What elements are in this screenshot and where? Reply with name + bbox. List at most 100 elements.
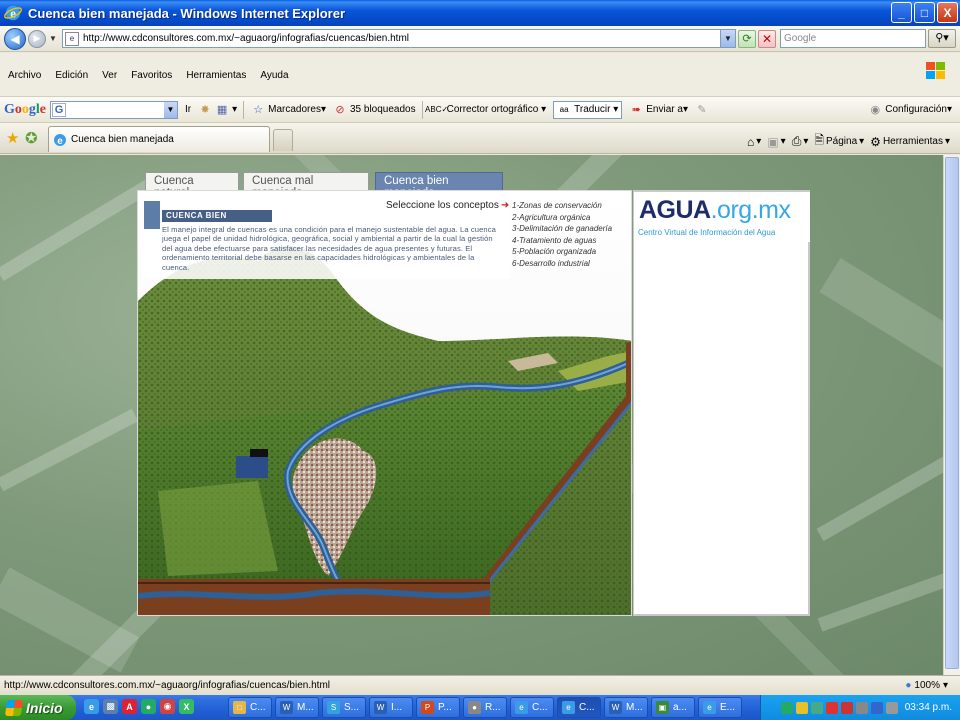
menu-ayuda[interactable]: Ayuda [260,70,288,81]
task-8-label: C... [579,702,595,713]
bluetooth-icon[interactable] [870,701,883,714]
close-button[interactable]: X [937,2,958,23]
feeds-button[interactable]: ▣ ▾ [767,135,785,149]
clock[interactable]: 03:34 p.m. [905,702,952,713]
spell-label: Corrector ortográfico [446,104,539,115]
blocked-label: 35 bloqueados [349,104,416,115]
menu-herramientas[interactable]: Herramientas [186,70,246,81]
back-button[interactable]: ◀ [4,27,26,50]
pdf-quick-icon[interactable]: A [122,699,137,714]
ie-task-icon: e [515,701,528,714]
app-quick-icon[interactable]: ● [141,699,156,714]
task-9[interactable]: W M... [604,697,648,718]
maximize-button[interactable]: □ [914,2,935,23]
alert-icon[interactable] [840,701,853,714]
highlight-button[interactable]: ✎ [695,103,712,117]
scroll-thumb[interactable] [945,157,959,669]
bookmarks-button[interactable]: ☆ Marcadores ▾ [251,103,326,117]
home-button[interactable]: ⌂ ▾ [747,135,761,149]
address-row: ◀ ▶ ▼ e http://www.cdconsultores.com.mx/… [0,26,960,52]
google-dropdown-icon[interactable]: ▼ [164,101,177,118]
address-dropdown-icon[interactable]: ▼ [720,30,735,47]
add-favorites-icon[interactable]: ✪ [25,129,38,147]
powerpoint-icon: P [421,701,434,714]
task-2-label: M... [297,702,314,713]
task-3[interactable]: S S... [322,697,366,718]
network-icon[interactable] [780,701,793,714]
pencil-icon: ✎ [697,104,707,116]
print-button[interactable]: ⎙ ▾ [792,134,809,149]
logo-domain: .org.mx [710,196,791,224]
start-button[interactable]: Inicio [0,695,76,720]
task-7[interactable]: e C... [510,697,554,718]
new-tab-button[interactable] [273,129,293,151]
vertical-scrollbar[interactable] [943,155,960,675]
concept-item-4[interactable]: 4-Tratamiento de aguas [512,235,612,247]
minimize-button[interactable]: _ [891,2,912,23]
image-icon: ▣ [656,701,669,714]
tab-cuenca-mal-manejada[interactable]: Cuenca mal manejada [243,172,369,199]
task-11-label: E... [720,702,736,713]
menu-favoritos[interactable]: Favoritos [131,70,172,81]
settings-button[interactable]: ◉ Configuración ▾ [868,103,952,117]
security-icon[interactable] [795,701,808,714]
popup-blocker-button[interactable]: ⊘ 35 bloqueados [333,103,416,117]
antivirus-icon[interactable] [825,701,838,714]
send-button[interactable]: ➠ Enviar a ▾ [629,103,688,117]
google-search-input[interactable]: G ▼ [50,100,178,119]
info-box: CUENCA BIEN MANEJADA El manejo integral … [142,201,510,279]
ie-quick-icon[interactable]: e [84,699,99,714]
media-quick-icon[interactable]: ◉ [160,699,175,714]
concept-item-2[interactable]: 2-Agricultura orgánica [512,212,612,224]
explorer-quick-icon[interactable]: ▩ [103,699,118,714]
concept-item-5[interactable]: 5-Población organizada [512,246,612,258]
tools-menu-button[interactable]: ⚙ Herramientas ▾ [870,135,950,149]
address-input[interactable]: e http://www.cdconsultores.com.mx/~aguao… [62,29,736,48]
translate-button[interactable]: aа Traducir ▾ [553,100,623,119]
task-11[interactable]: e E... [698,697,742,718]
gear-icon: ✸ [200,104,210,116]
stop-button[interactable]: ✕ [758,30,776,48]
forward-button[interactable]: ▶ [28,29,46,48]
task-4[interactable]: W I... [369,697,413,718]
tab-cuenca-natural[interactable]: Cuenca natural [145,172,239,199]
task-5[interactable]: P P... [416,697,460,718]
logo-subtitle: Centro Virtual de Información del Agua [638,228,776,237]
excel-quick-icon[interactable]: X [179,699,194,714]
toolbar-tools[interactable]: ✸ ▦ ▾ [198,103,238,117]
menu-ver[interactable]: Ver [102,70,117,81]
window-title: Cuenca bien manejada - Windows Internet … [28,5,346,21]
task-2[interactable]: W M... [275,697,319,718]
task-10[interactable]: ▣ a... [651,697,695,718]
volume-icon[interactable] [855,701,868,714]
spellcheck-button[interactable]: ABC✓ Corrector ortográfico ▾ [425,103,546,117]
battery-icon[interactable] [885,701,898,714]
concept-item-3[interactable]: 3-Delimitación de ganadería [512,223,612,235]
tab-cuenca-bien-manejada-active[interactable]: Cuenca bien manejada [375,172,503,199]
menu-edicion[interactable]: Edición [55,70,88,81]
windows-flag-icon [4,699,24,716]
task-6[interactable]: ● R... [463,697,507,718]
go-button[interactable]: Ir [185,104,191,115]
search-input[interactable]: Google [780,29,926,48]
translate-label: Traducir [574,104,611,115]
folder-icon: □ [233,701,246,714]
task-1[interactable]: □ C... [228,697,272,718]
favorites-star-icon[interactable]: ★ [6,129,19,147]
task-8[interactable]: e C... [557,697,601,718]
history-dropdown-icon[interactable]: ▼ [49,34,57,43]
agua-logo[interactable]: AGUA.org.mx Centro Virtual de Informació… [634,192,810,242]
concept-item-6[interactable]: 6-Desarrollo industrial [512,258,612,270]
taskbar: Inicio e ▩ A ● ◉ X □ C... W M... S S... W I.… [0,695,960,720]
search-button[interactable]: ⚲▾ [928,29,956,48]
ie-task-icon-active: e [562,701,575,714]
refresh-button[interactable]: ⟳ [738,30,756,48]
zoom-control[interactable]: ● 100% ▾ [905,680,948,691]
menu-archivo[interactable]: Archivo [8,70,41,81]
page-menu-button[interactable]: 🗎 Página ▾ [814,131,864,152]
section-description: El manejo integral de cuencas es una con… [162,225,496,272]
logo-main: AGUA [639,196,711,224]
update-icon[interactable] [810,701,823,714]
tab-cuenca-bien-manejada[interactable]: e Cuenca bien manejada [48,126,270,152]
concept-item-1[interactable]: 1-Zonas de conservación [512,200,612,212]
